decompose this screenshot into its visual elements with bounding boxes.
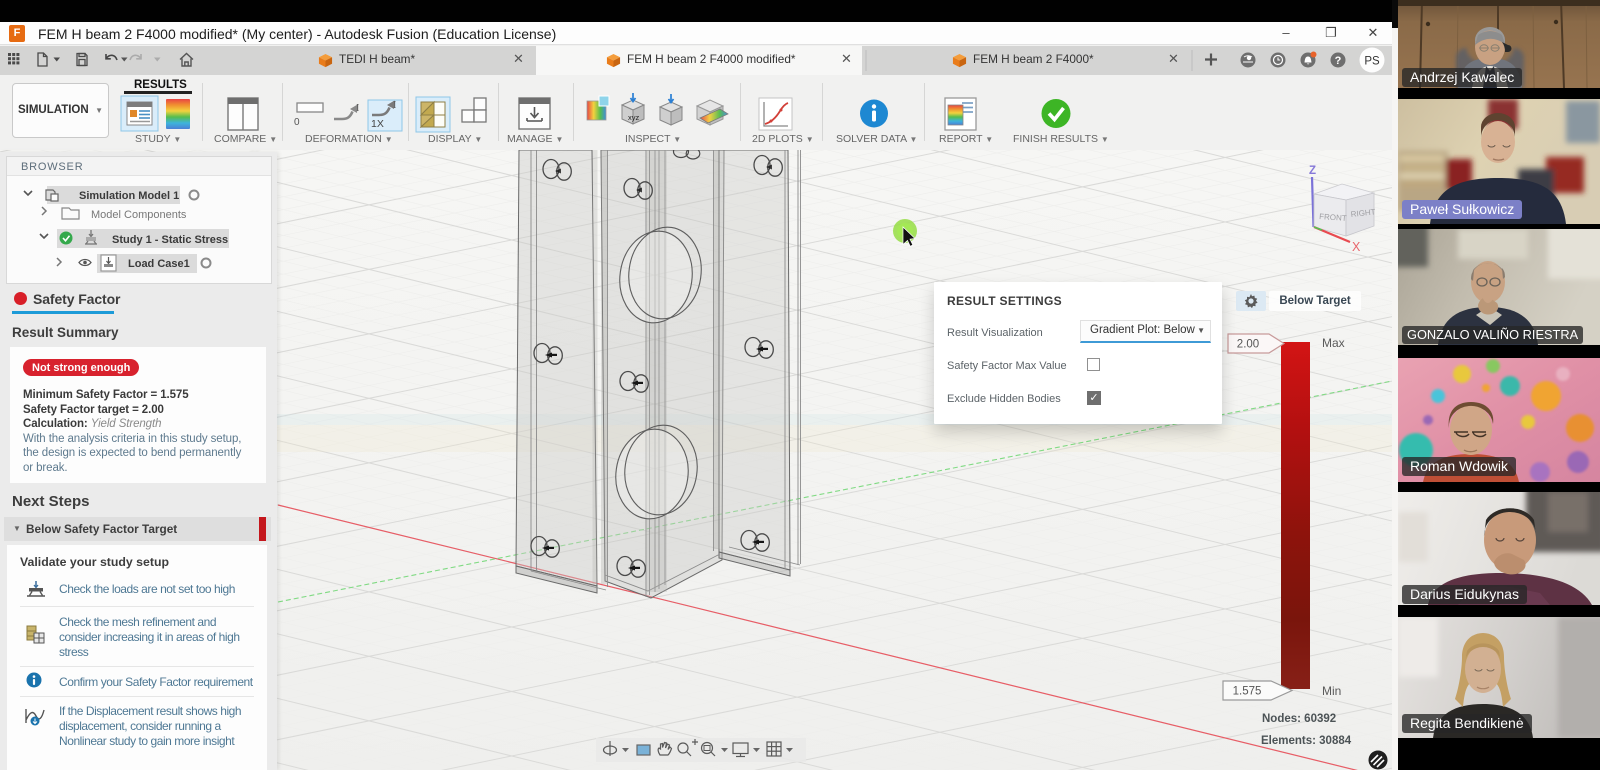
svg-text:I: I xyxy=(393,100,396,111)
svg-text:1.575: 1.575 xyxy=(1233,686,1262,698)
svg-text:Z: Z xyxy=(1309,165,1316,177)
svg-text:FRONT: FRONT xyxy=(1319,212,1347,223)
svg-text:xyz: xyz xyxy=(628,113,640,122)
svg-text:Max: Max xyxy=(1322,336,1345,350)
svg-text:Study 1 - Static Stress: Study 1 - Static Stress xyxy=(112,234,228,246)
svg-text:I: I xyxy=(356,103,359,114)
svg-text:Min: Min xyxy=(1322,684,1341,698)
svg-text:2.00: 2.00 xyxy=(1237,339,1259,351)
svg-text:Load Case1: Load Case1 xyxy=(128,258,190,270)
svg-text:PS: PS xyxy=(1364,56,1380,68)
svg-text:Model Components: Model Components xyxy=(91,209,187,221)
svg-text:?: ? xyxy=(1335,55,1342,67)
svg-text:Simulation Model 1: Simulation Model 1 xyxy=(79,190,179,202)
svg-text:X: X xyxy=(1352,240,1361,254)
svg-text:0: 0 xyxy=(294,117,300,128)
svg-text:1X: 1X xyxy=(371,118,384,130)
